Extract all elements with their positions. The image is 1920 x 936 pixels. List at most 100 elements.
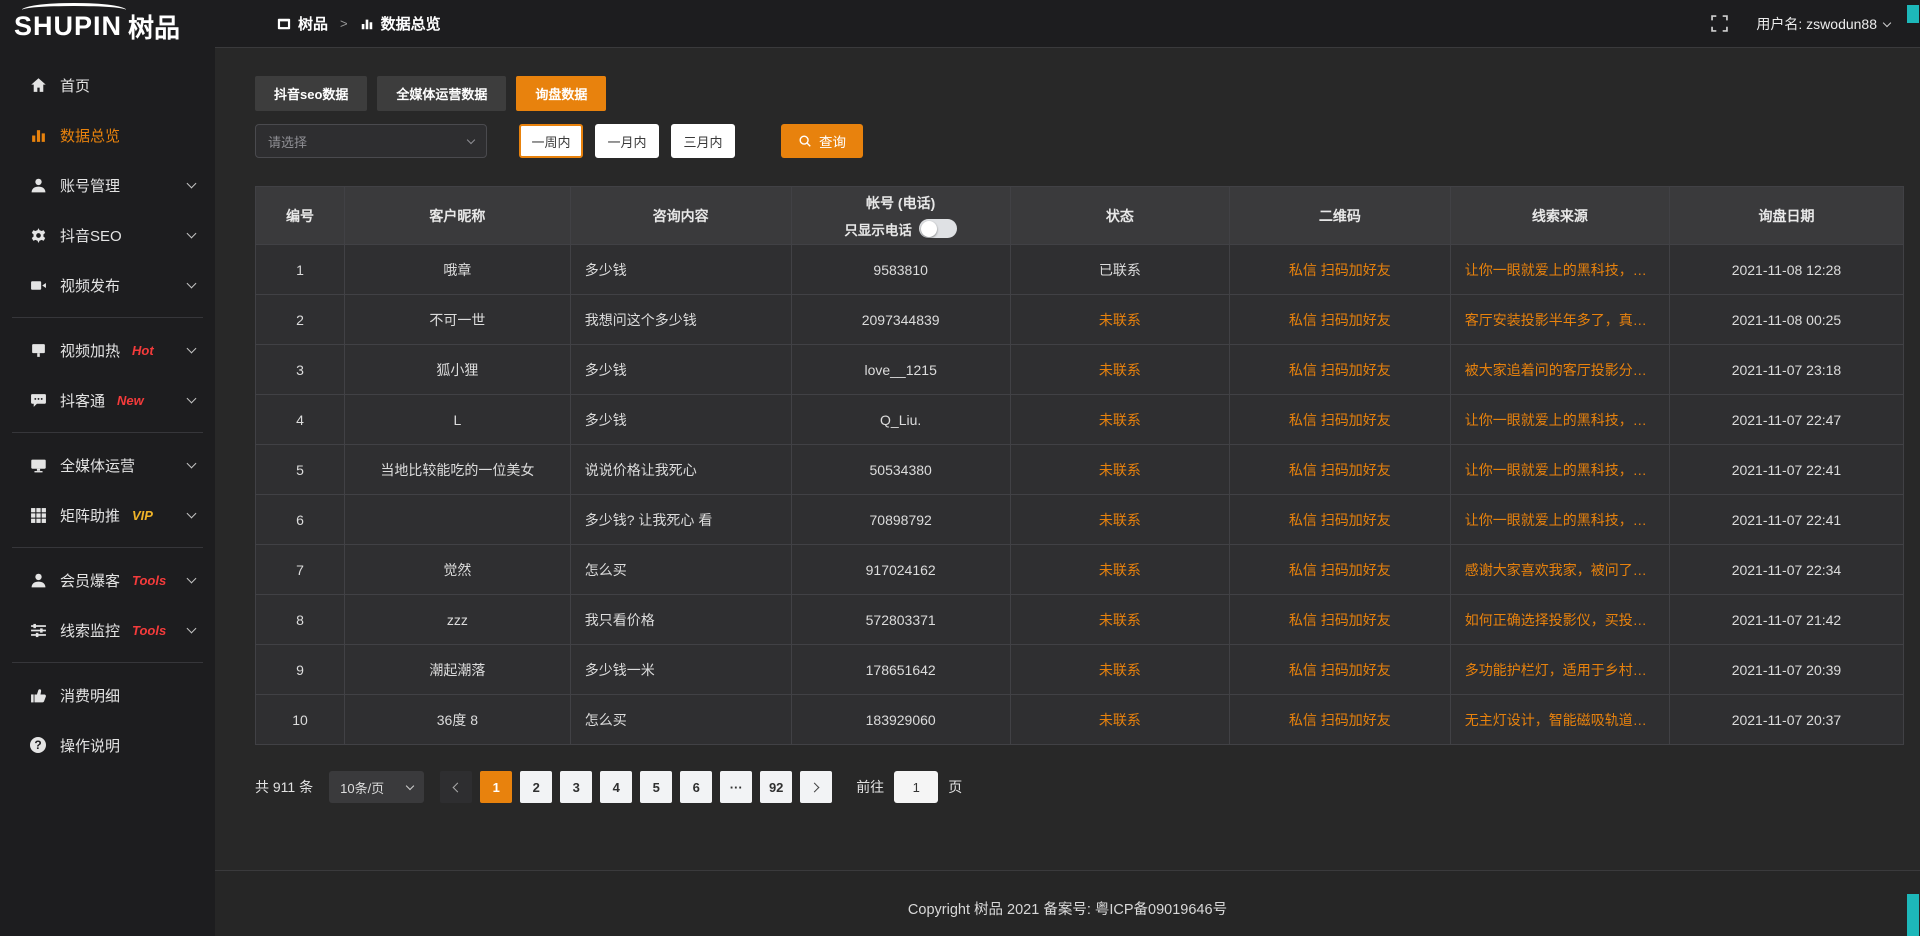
search-icon bbox=[798, 134, 812, 148]
cell-source-link[interactable]: 无主灯设计，智能磁吸轨道灯... bbox=[1450, 695, 1669, 745]
sidebar-item-account-management[interactable]: 账号管理 bbox=[0, 160, 215, 210]
cell-nickname: 潮起潮落 bbox=[344, 645, 570, 695]
page-button-5[interactable]: 5 bbox=[640, 771, 672, 803]
cell-source-link[interactable]: 让你一眼就爱上的黑科技，能... bbox=[1450, 395, 1669, 445]
page-button-92[interactable]: 92 bbox=[760, 771, 792, 803]
sidebar-item-instructions[interactable]: ? 操作说明 bbox=[0, 720, 215, 770]
breadcrumb-current: 数据总览 bbox=[381, 13, 441, 34]
tab-omnimedia-data[interactable]: 全媒体运营数据 bbox=[377, 76, 506, 111]
goto-page-input[interactable] bbox=[894, 771, 938, 803]
cell-nickname: 当地比较能吃的一位美女 bbox=[344, 445, 570, 495]
cell-source-link[interactable]: 让你一眼就爱上的黑科技，能... bbox=[1450, 495, 1669, 545]
cell-status: 未联系 bbox=[1010, 345, 1229, 395]
username[interactable]: 用户名: zswodun88 bbox=[1756, 14, 1877, 34]
sidebar-item-douyin-seo[interactable]: 抖音SEO bbox=[0, 210, 215, 260]
sidebar-divider bbox=[12, 662, 203, 663]
period-three-month-button[interactable]: 三月内 bbox=[671, 124, 735, 158]
cell-status: 未联系 bbox=[1010, 645, 1229, 695]
tab-douyin-seo-data[interactable]: 抖音seo数据 bbox=[255, 76, 367, 111]
cell-no: 5 bbox=[256, 445, 345, 495]
cell-account: 917024162 bbox=[791, 545, 1010, 595]
next-page-button[interactable] bbox=[800, 771, 832, 803]
cell-qrcode-link[interactable]: 私信 扫码加好友 bbox=[1229, 345, 1450, 395]
cell-date: 2021-11-07 23:18 bbox=[1669, 345, 1903, 395]
cell-account: 183929060 bbox=[791, 695, 1010, 745]
sidebar-item-label: 数据总览 bbox=[60, 125, 120, 146]
cell-qrcode-link[interactable]: 私信 扫码加好友 bbox=[1229, 695, 1450, 745]
period-one-month-button[interactable]: 一月内 bbox=[595, 124, 659, 158]
cell-qrcode-link[interactable]: 私信 扫码加好友 bbox=[1229, 395, 1450, 445]
cell-qrcode-link[interactable]: 私信 扫码加好友 bbox=[1229, 645, 1450, 695]
arrow-right-icon bbox=[810, 782, 820, 792]
sidebar-item-data-overview[interactable]: 数据总览 bbox=[0, 110, 215, 160]
period-one-week-button[interactable]: 一周内 bbox=[519, 124, 583, 158]
monitor-icon bbox=[30, 457, 47, 474]
cell-date: 2021-11-07 20:39 bbox=[1669, 645, 1903, 695]
sidebar-item-home[interactable]: 首页 bbox=[0, 60, 215, 110]
sidebar-item-member-burst[interactable]: 会员爆客 Tools bbox=[0, 555, 215, 605]
sidebar-nav: 首页 数据总览 账号管理 抖音SEO 视频发布 bbox=[0, 60, 215, 770]
vip-badge: VIP bbox=[132, 508, 153, 523]
cell-content: 多少钱 bbox=[570, 345, 791, 395]
breadcrumb: 树品 > 数据总览 bbox=[277, 13, 441, 34]
page-button-6[interactable]: 6 bbox=[680, 771, 712, 803]
brand-logo[interactable]: SHUPIN 树品 bbox=[0, 0, 215, 52]
bar-chart-icon bbox=[30, 127, 47, 144]
cell-date: 2021-11-07 22:41 bbox=[1669, 495, 1903, 545]
fullscreen-icon[interactable] bbox=[1711, 15, 1728, 32]
page-size-select[interactable]: 10条/页 bbox=[329, 771, 424, 803]
toggle-knob bbox=[921, 221, 937, 237]
search-button[interactable]: 查询 bbox=[781, 124, 863, 158]
table-row: 3 狐小狸 多少钱 love__1215 未联系 私信 扫码加好友 被大家追着问… bbox=[256, 345, 1904, 395]
col-inquiry-date: 询盘日期 bbox=[1669, 187, 1903, 245]
cell-qrcode-link[interactable]: 私信 扫码加好友 bbox=[1229, 545, 1450, 595]
table-row: 10 36度 8 怎么买 183929060 未联系 私信 扫码加好友 无主灯设… bbox=[256, 695, 1904, 745]
cell-qrcode-link[interactable]: 私信 扫码加好友 bbox=[1229, 245, 1450, 295]
page-button-1[interactable]: 1 bbox=[480, 771, 512, 803]
cell-nickname bbox=[344, 495, 570, 545]
sidebar-item-matrix-boost[interactable]: 矩阵助推 VIP bbox=[0, 490, 215, 540]
table-row: 9 潮起潮落 多少钱一米 178651642 未联系 私信 扫码加好友 多功能护… bbox=[256, 645, 1904, 695]
hot-badge: Hot bbox=[132, 343, 154, 358]
cell-account: 50534380 bbox=[791, 445, 1010, 495]
sidebar-item-lead-monitoring[interactable]: 线索监控 Tools bbox=[0, 605, 215, 655]
page-button-2[interactable]: 2 bbox=[520, 771, 552, 803]
cell-source-link[interactable]: 客厅安装投影半年多了，真实... bbox=[1450, 295, 1669, 345]
cell-qrcode-link[interactable]: 私信 扫码加好友 bbox=[1229, 495, 1450, 545]
page-button-4[interactable]: 4 bbox=[600, 771, 632, 803]
cell-qrcode-link[interactable]: 私信 扫码加好友 bbox=[1229, 595, 1450, 645]
cell-source-link[interactable]: 如何正确选择投影仪，买投影... bbox=[1450, 595, 1669, 645]
cell-source-link[interactable]: 让你一眼就爱上的黑科技，能... bbox=[1450, 445, 1669, 495]
cell-qrcode-link[interactable]: 私信 扫码加好友 bbox=[1229, 295, 1450, 345]
sidebar-item-label: 首页 bbox=[60, 75, 90, 96]
thumbs-up-icon bbox=[30, 687, 47, 704]
topbar-right: 用户名: zswodun88 bbox=[1711, 14, 1890, 34]
prev-page-button[interactable] bbox=[440, 771, 472, 803]
cell-no: 1 bbox=[256, 245, 345, 295]
chevron-down-icon[interactable] bbox=[1883, 18, 1891, 26]
phone-only-toggle[interactable] bbox=[919, 219, 957, 238]
cell-source-link[interactable]: 感谢大家喜欢我家，被问了好... bbox=[1450, 545, 1669, 595]
cell-source-link[interactable]: 多功能护栏灯，适用于乡村文... bbox=[1450, 645, 1669, 695]
breadcrumb-separator: > bbox=[340, 16, 348, 31]
sidebar-item-label: 抖客通 bbox=[60, 390, 105, 411]
pagination: 共 911 条 10条/页 1 2 3 4 5 6 ··· 92 前往 页 bbox=[255, 771, 1904, 803]
col-lead-source: 线索来源 bbox=[1450, 187, 1669, 245]
cell-source-link[interactable]: 让你一眼就爱上的黑科技，能... bbox=[1450, 245, 1669, 295]
sidebar-item-video-publish[interactable]: 视频发布 bbox=[0, 260, 215, 310]
breadcrumb-home[interactable]: 树品 bbox=[298, 13, 328, 34]
scrollbar-artifact-top bbox=[1907, 5, 1919, 23]
cell-source-link[interactable]: 被大家追着问的客厅投影分享... bbox=[1450, 345, 1669, 395]
sidebar-item-video-heat[interactable]: 视频加热 Hot bbox=[0, 325, 215, 375]
cell-qrcode-link[interactable]: 私信 扫码加好友 bbox=[1229, 445, 1450, 495]
sidebar-item-doukctong[interactable]: 抖客通 New bbox=[0, 375, 215, 425]
table-row: 6 多少钱? 让我死心 看 70898792 未联系 私信 扫码加好友 让你一眼… bbox=[256, 495, 1904, 545]
page-ellipsis-button[interactable]: ··· bbox=[720, 771, 752, 803]
tab-inquiry-data[interactable]: 询盘数据 bbox=[516, 76, 606, 111]
page-button-3[interactable]: 3 bbox=[560, 771, 592, 803]
sidebar-item-consumption-detail[interactable]: 消费明细 bbox=[0, 670, 215, 720]
tools-badge: Tools bbox=[132, 623, 166, 638]
sidebar-item-omnimedia-operation[interactable]: 全媒体运营 bbox=[0, 440, 215, 490]
cell-status: 未联系 bbox=[1010, 695, 1229, 745]
account-select[interactable]: 请选择 bbox=[255, 124, 487, 158]
